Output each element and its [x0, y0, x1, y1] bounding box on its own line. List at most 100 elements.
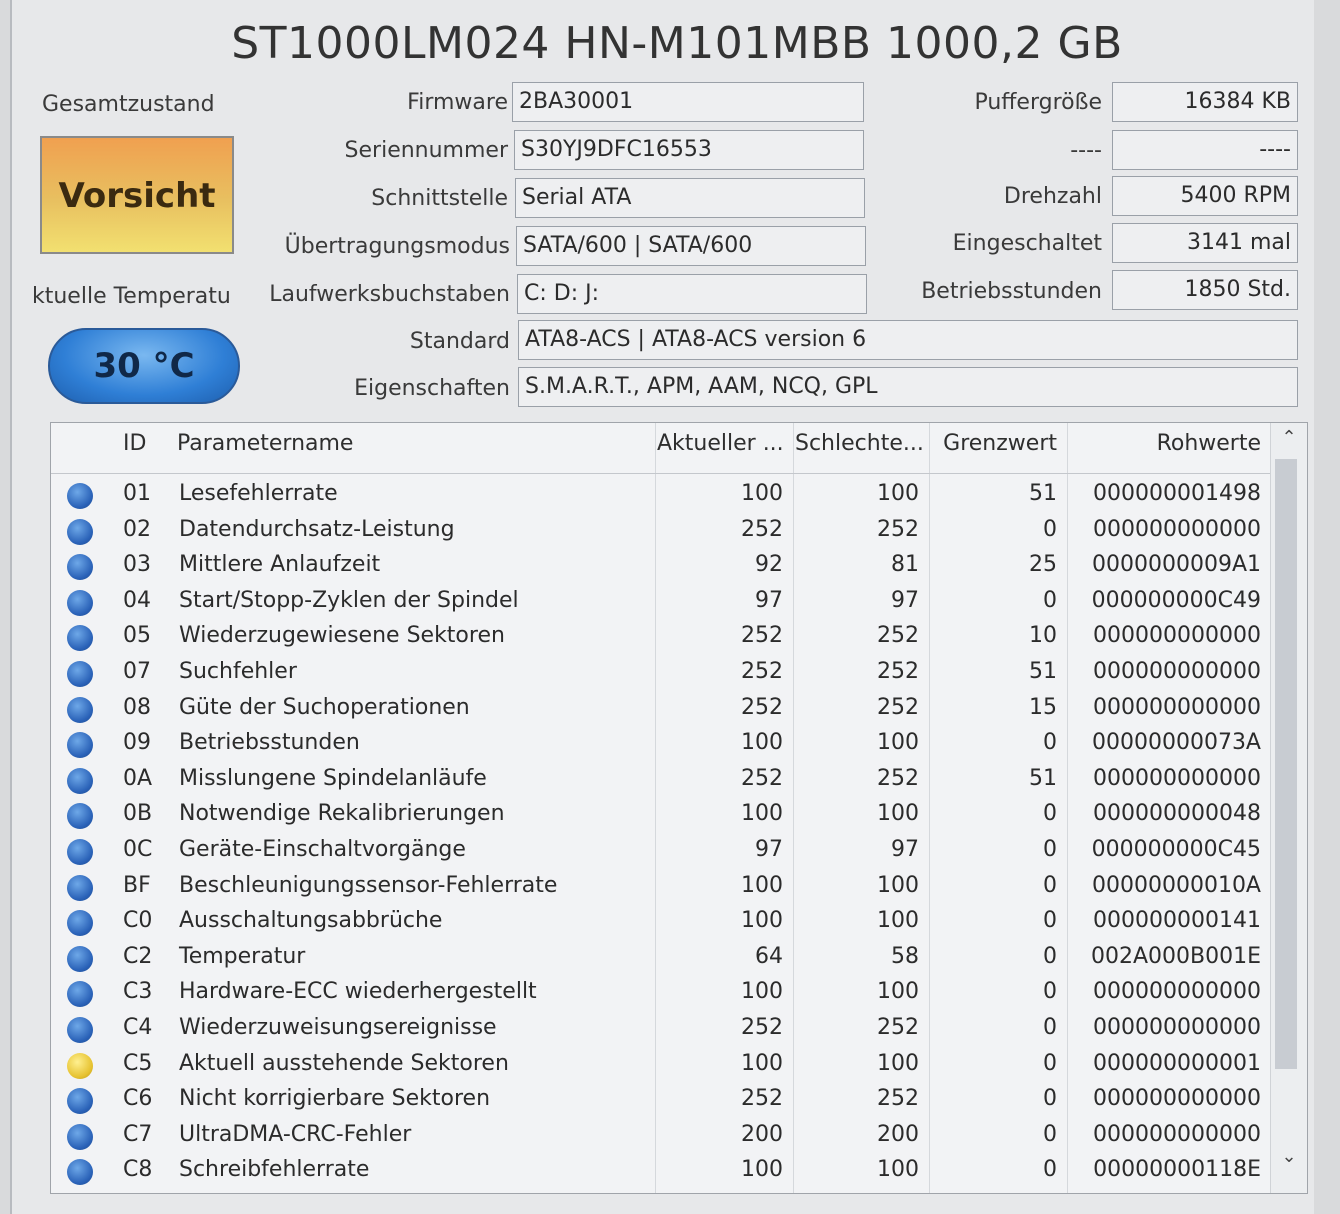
table-row[interactable]: 04 Start/Stopp-Zyklen der Spindel 97 97 0 000…	[51, 584, 1271, 620]
cell-name: Suchfehler	[179, 659, 297, 684]
table-row[interactable]: 09 Betriebsstunden 100 100 0 00000000073A	[51, 726, 1271, 762]
scrollbar-thumb[interactable]	[1275, 459, 1297, 1069]
serial-label: Seriennummer	[344, 138, 508, 163]
cell-worst: 97	[891, 587, 919, 613]
standard-label: Standard	[409, 329, 510, 354]
table-row[interactable]: C8 Schreibfehlerrate 100 100 0 00000000118E	[51, 1153, 1271, 1189]
cell-worst: 100	[877, 1157, 919, 1183]
cell-raw: 000000000000	[1093, 659, 1261, 684]
cell-raw: 000000000000	[1093, 1121, 1261, 1147]
firmware-label: Firmware	[407, 90, 508, 115]
cell-name: Güte der Suchoperationen	[179, 694, 470, 720]
cell-threshold: 0	[1043, 730, 1057, 756]
cell-raw: 000000000000	[1093, 516, 1261, 542]
table-row[interactable]: 07 Suchfehler 252 252 51 000000000000	[51, 655, 1271, 691]
cell-id: C6	[123, 1086, 153, 1112]
cell-worst: 200	[877, 1121, 919, 1147]
table-row[interactable]: C4 Wiederzuweisungsereignisse 252 252 0 00000…	[51, 1011, 1271, 1047]
cell-current: 64	[755, 943, 783, 969]
cell-threshold: 0	[1043, 1086, 1057, 1112]
status-caution-icon	[67, 1052, 93, 1079]
cell-current: 100	[741, 908, 783, 934]
table-row[interactable]: 02 Datendurchsatz-Leistung 252 252 0 00000000…	[51, 513, 1271, 549]
table-row[interactable]: C2 Temperatur 64 58 0 002A000B001E	[51, 940, 1271, 976]
transfer-mode-label: Übertragungsmodus	[284, 234, 510, 259]
table-row[interactable]: 08 Güte der Suchoperationen 252 252 15 000000…	[51, 691, 1271, 727]
cell-raw: 000000000000	[1093, 765, 1261, 791]
cell-name: Datendurchsatz-Leistung	[179, 516, 455, 542]
cell-worst: 100	[877, 730, 919, 756]
temperature-badge[interactable]: 30 °C	[48, 328, 240, 404]
table-row[interactable]: 05 Wiederzugewiesene Sektoren 252 252 10 0000…	[51, 619, 1271, 655]
table-row[interactable]: BF Beschleunigungssensor-Fehlerrate 100 100…	[51, 869, 1271, 905]
cell-worst: 252	[877, 765, 919, 791]
table-row[interactable]: C3 Hardware-ECC wiederhergestellt 100 100 0 0…	[51, 975, 1271, 1011]
cell-threshold: 0	[1043, 587, 1057, 613]
cell-id: C0	[123, 908, 153, 934]
scroll-up-icon[interactable]: ⌃	[1271, 427, 1307, 448]
transfer-mode-field: SATA/600 | SATA/600	[516, 226, 866, 266]
table-row[interactable]: 01 Lesefehlerrate 100 100 51 000000001498	[51, 477, 1271, 513]
status-good-icon	[67, 803, 93, 830]
cell-id: BF	[123, 872, 151, 898]
table-row[interactable]: 03 Mittlere Anlaufzeit 92 81 25 0000000009A1	[51, 548, 1271, 584]
cell-name: Wiederzuweisungsereignisse	[179, 1015, 497, 1040]
cell-name: Mittlere Anlaufzeit	[179, 552, 381, 578]
table-row[interactable]: C5 Aktuell ausstehende Sektoren 100 100 0 000…	[51, 1047, 1271, 1083]
cell-threshold: 0	[1043, 1157, 1057, 1183]
column-header-raw[interactable]: Rohwerte	[1069, 431, 1261, 456]
cell-threshold: 0	[1043, 516, 1057, 542]
table-row[interactable]: C7 UltraDMA-CRC-Fehler 200 200 0 000000000000	[51, 1118, 1271, 1154]
cell-current: 100	[741, 801, 783, 827]
column-header-id[interactable]: ID	[123, 431, 146, 456]
cell-threshold: 0	[1043, 1121, 1057, 1147]
table-row[interactable]: 0C Geräte-Einschaltvorgänge 97 97 0 000000000…	[51, 833, 1271, 869]
cell-id: C2	[123, 943, 153, 969]
cell-raw: 002A000B001E	[1090, 943, 1261, 969]
health-label: Gesamtzustand	[42, 92, 215, 117]
cell-threshold: 51	[1029, 659, 1057, 684]
cell-name: Ausschaltungsabbrüche	[179, 908, 443, 934]
column-header-worst[interactable]: Schlechte...	[795, 431, 924, 456]
cell-name: Geräte-Einschaltvorgänge	[179, 837, 466, 862]
scroll-down-icon[interactable]: ⌄	[1271, 1146, 1307, 1167]
cell-current: 200	[741, 1121, 783, 1147]
drive-letters-field: C: D: J:	[517, 274, 867, 314]
cell-current: 252	[741, 694, 783, 720]
cell-raw: 000000000000	[1093, 694, 1261, 720]
buffer-field: 16384 KB	[1112, 82, 1298, 122]
status-good-icon	[67, 1123, 93, 1150]
cell-worst: 100	[877, 979, 919, 1005]
status-good-icon	[67, 483, 93, 509]
cell-id: 08	[123, 694, 151, 720]
column-header-name[interactable]: Parametername	[177, 431, 353, 456]
column-header-threshold[interactable]: Grenzwert	[931, 431, 1057, 456]
cell-worst: 252	[877, 1086, 919, 1112]
cell-worst: 58	[891, 943, 919, 969]
cell-threshold: 0	[1043, 943, 1057, 969]
cell-raw: 0000000009A1	[1091, 552, 1261, 578]
firmware-field: 2BA30001	[512, 82, 864, 122]
rpm-label: Drehzahl	[1003, 184, 1102, 209]
features-field: S.M.A.R.T., APM, AAM, NCQ, GPL	[518, 367, 1298, 407]
status-good-icon	[67, 874, 93, 901]
power-on-count-label: Eingeschaltet	[952, 231, 1102, 256]
cell-raw: 000000000001	[1093, 1050, 1261, 1076]
cell-threshold: 15	[1029, 694, 1057, 720]
status-good-icon	[67, 910, 93, 937]
table-row[interactable]: C6 Nicht korrigierbare Sektoren 252 252 0 000…	[51, 1082, 1271, 1118]
status-good-icon	[67, 767, 93, 794]
cell-threshold: 0	[1043, 837, 1057, 862]
column-header-current[interactable]: Aktueller ...	[657, 431, 784, 456]
table-scrollbar[interactable]: ⌃ ⌄	[1270, 423, 1307, 1193]
table-row[interactable]: 0A Misslungene Spindelanläufe 252 252 51 0000…	[51, 762, 1271, 798]
smart-attributes-table[interactable]: ID Parametername Aktueller ... Schlechte…	[50, 422, 1308, 1194]
cell-threshold: 51	[1029, 765, 1057, 791]
cell-current: 100	[741, 979, 783, 1005]
cell-current: 252	[741, 1015, 783, 1040]
health-status-button[interactable]: Vorsicht	[40, 136, 234, 254]
table-row[interactable]: C0 Ausschaltungsabbrüche 100 100 0 0000000001…	[51, 904, 1271, 940]
cell-id: C7	[123, 1121, 153, 1147]
table-row[interactable]: 0B Notwendige Rekalibrierungen 100 100 0 0000…	[51, 797, 1271, 833]
cell-id: 07	[123, 659, 151, 684]
